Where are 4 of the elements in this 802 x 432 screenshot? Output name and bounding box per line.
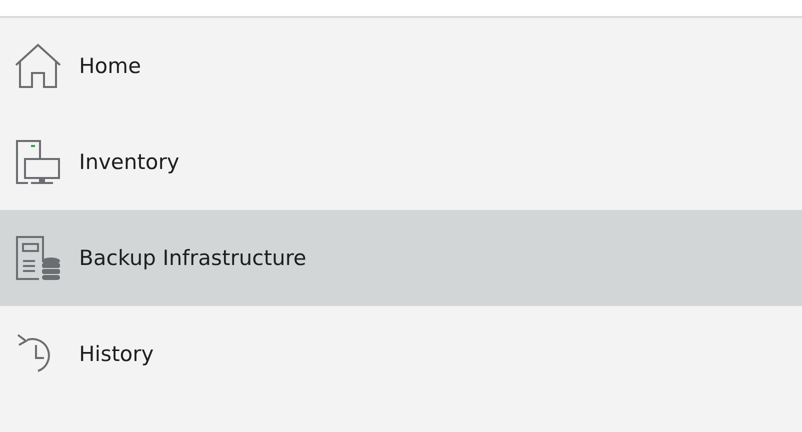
- house-icon: [15, 43, 61, 89]
- computer-icon: [15, 139, 61, 185]
- nav-item[interactable]: Backup Infrastructure: [0, 210, 802, 306]
- server-database-icon: [15, 235, 61, 281]
